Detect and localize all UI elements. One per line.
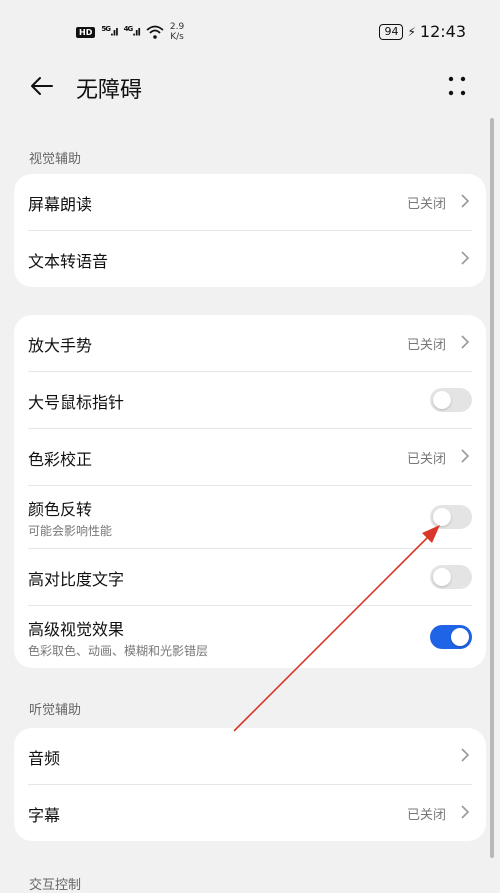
section-header-hearing: 听觉辅助 bbox=[29, 703, 82, 718]
high-contrast-toggle[interactable] bbox=[430, 565, 472, 589]
chevron-right-icon bbox=[461, 251, 470, 265]
chevron-right-icon bbox=[461, 449, 470, 463]
row-color-inversion: 颜色反转 可能会影响性能 bbox=[28, 486, 472, 549]
row-subtitle: 色彩取色、动画、模糊和光影错层 bbox=[28, 644, 209, 658]
color-inversion-toggle[interactable] bbox=[430, 505, 472, 529]
row-label: 色彩校正 bbox=[28, 450, 93, 469]
row-value: 已关闭 bbox=[406, 452, 446, 467]
row-magnification-gestures[interactable]: 放大手势 已关闭 bbox=[28, 315, 472, 372]
visual-card-2: 放大手势 已关闭 大号鼠标指针 色彩校正 已关闭 颜色反转 可能会影响性能 高对… bbox=[14, 315, 486, 668]
toggle-knob bbox=[433, 568, 451, 586]
network-speed: 2.9 K/s bbox=[169, 22, 185, 42]
signal-icon-sim1: 5G.ıl bbox=[101, 25, 118, 39]
row-color-correction[interactable]: 色彩校正 已关闭 bbox=[28, 429, 472, 486]
row-label: 大号鼠标指针 bbox=[28, 393, 125, 412]
battery-icon: 94 bbox=[379, 23, 404, 40]
hd-icon: HD bbox=[76, 26, 96, 38]
toggle-knob bbox=[433, 391, 451, 409]
row-text-to-speech[interactable]: 文本转语音 bbox=[28, 231, 472, 287]
charging-icon: ⚡ bbox=[407, 24, 416, 39]
hearing-card: 音频 字幕 已关闭 bbox=[14, 728, 486, 841]
scrollbar[interactable] bbox=[490, 118, 494, 858]
more-options-icon[interactable] bbox=[446, 74, 468, 98]
visual-card-1: 屏幕朗读 已关闭 文本转语音 bbox=[14, 174, 486, 287]
large-pointer-toggle[interactable] bbox=[430, 388, 472, 412]
section-header-interaction: 交互控制 bbox=[29, 878, 82, 893]
row-label: 高级视觉效果 bbox=[28, 620, 125, 639]
chevron-right-icon bbox=[461, 748, 470, 762]
status-right: 94 ⚡ 12:43 bbox=[379, 22, 466, 41]
row-subtitle: 可能会影响性能 bbox=[28, 524, 113, 538]
row-label: 屏幕朗读 bbox=[28, 195, 93, 214]
status-left: HD 5G.ıl 4G.ıl 2.9 K/s bbox=[76, 22, 184, 42]
clock: 12:43 bbox=[419, 22, 466, 41]
chevron-right-icon bbox=[461, 194, 470, 208]
signal-icon-sim2: 4G.ıl bbox=[123, 25, 141, 39]
chevron-right-icon bbox=[461, 335, 470, 349]
row-value: 已关闭 bbox=[406, 808, 446, 823]
advanced-visual-toggle[interactable] bbox=[430, 625, 472, 649]
wifi-icon bbox=[146, 25, 164, 39]
row-large-pointer: 大号鼠标指针 bbox=[28, 372, 472, 429]
chevron-right-icon bbox=[461, 805, 470, 819]
title-bar: 无障碍 bbox=[0, 62, 500, 112]
row-label: 文本转语音 bbox=[28, 252, 109, 271]
row-captions[interactable]: 字幕 已关闭 bbox=[28, 785, 472, 841]
back-arrow-icon[interactable] bbox=[28, 72, 56, 100]
section-header-visual: 视觉辅助 bbox=[29, 152, 82, 167]
page-title: 无障碍 bbox=[76, 78, 143, 103]
row-label: 字幕 bbox=[28, 806, 61, 825]
toggle-knob bbox=[433, 508, 451, 526]
row-advanced-visual-effects: 高级视觉效果 色彩取色、动画、模糊和光影错层 bbox=[28, 606, 472, 668]
row-label: 高对比度文字 bbox=[28, 570, 125, 589]
toggle-knob bbox=[451, 628, 469, 646]
row-label: 音频 bbox=[28, 749, 61, 768]
status-bar: HD 5G.ıl 4G.ıl 2.9 K/s 94 ⚡ 12:43 bbox=[0, 0, 500, 62]
row-label: 颜色反转 bbox=[28, 500, 93, 519]
row-label: 放大手势 bbox=[28, 336, 93, 355]
row-value: 已关闭 bbox=[406, 197, 446, 212]
row-screen-reader[interactable]: 屏幕朗读 已关闭 bbox=[28, 174, 472, 231]
row-high-contrast-text: 高对比度文字 bbox=[28, 549, 472, 606]
row-value: 已关闭 bbox=[406, 338, 446, 353]
row-audio[interactable]: 音频 bbox=[28, 728, 472, 785]
